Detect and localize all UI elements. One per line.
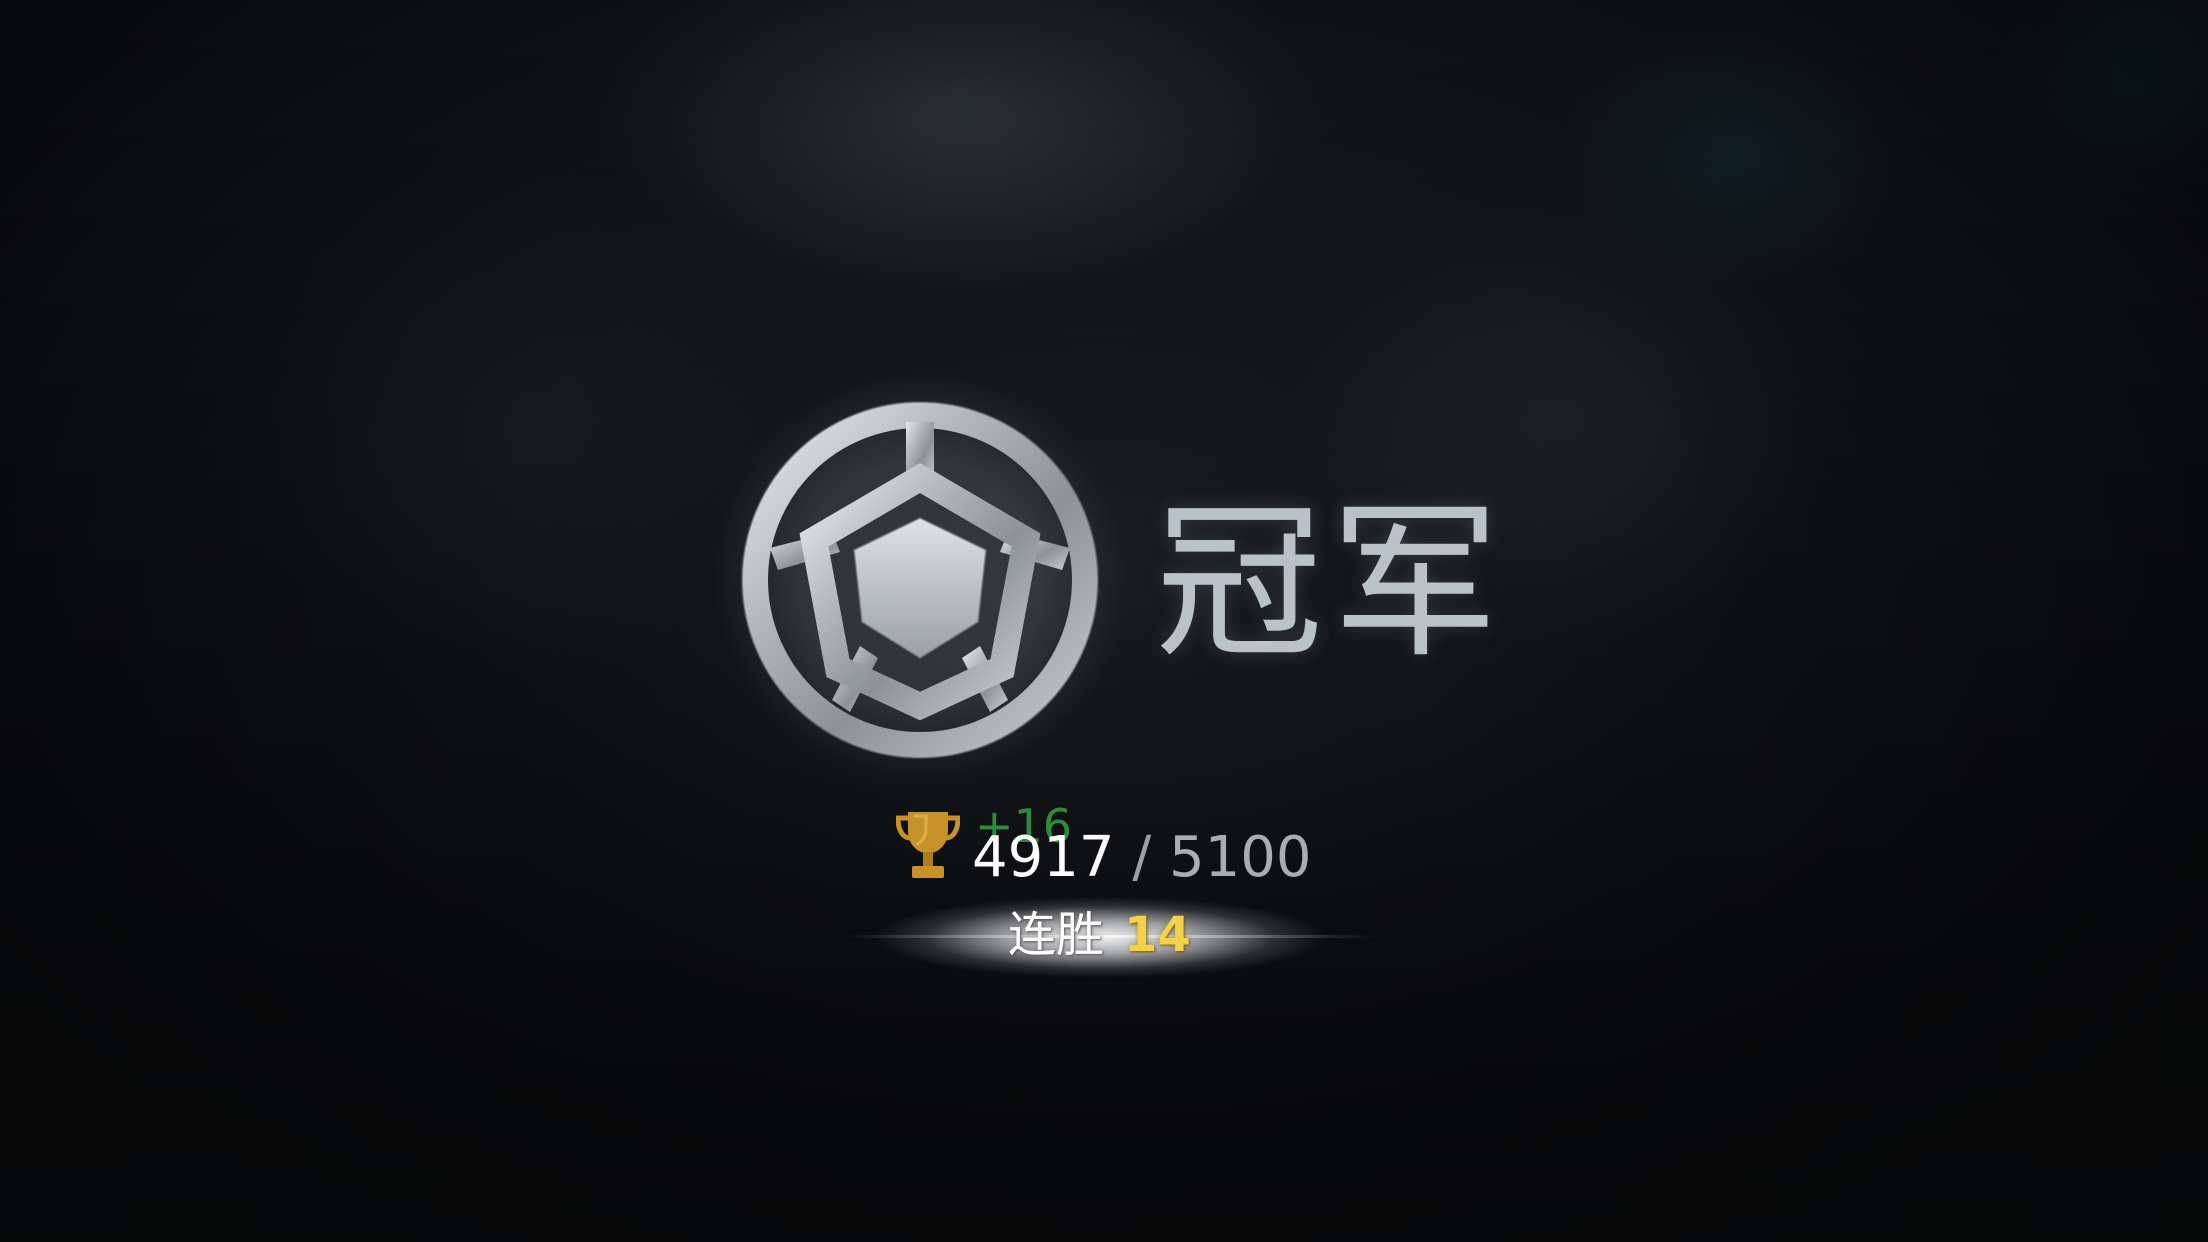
trophy-max: 5100 <box>1168 825 1312 890</box>
trophy-icon <box>896 812 960 878</box>
rank-title: 冠军 <box>1155 485 1507 681</box>
champion-rank-emblem-icon <box>741 401 1099 759</box>
win-streak-label: 连胜 <box>1008 907 1105 963</box>
trophy-separator: / <box>1114 825 1169 890</box>
trophy-score: 4917 / 5100 <box>972 825 1312 891</box>
win-streak: 连胜 14 <box>1008 906 1191 964</box>
rank-result-screen[interactable]: 冠军 +16 4917 / 5100 连胜 14 <box>0 0 2208 1242</box>
win-streak-value: 14 <box>1124 907 1191 963</box>
trophy-current: 4917 <box>972 825 1115 890</box>
